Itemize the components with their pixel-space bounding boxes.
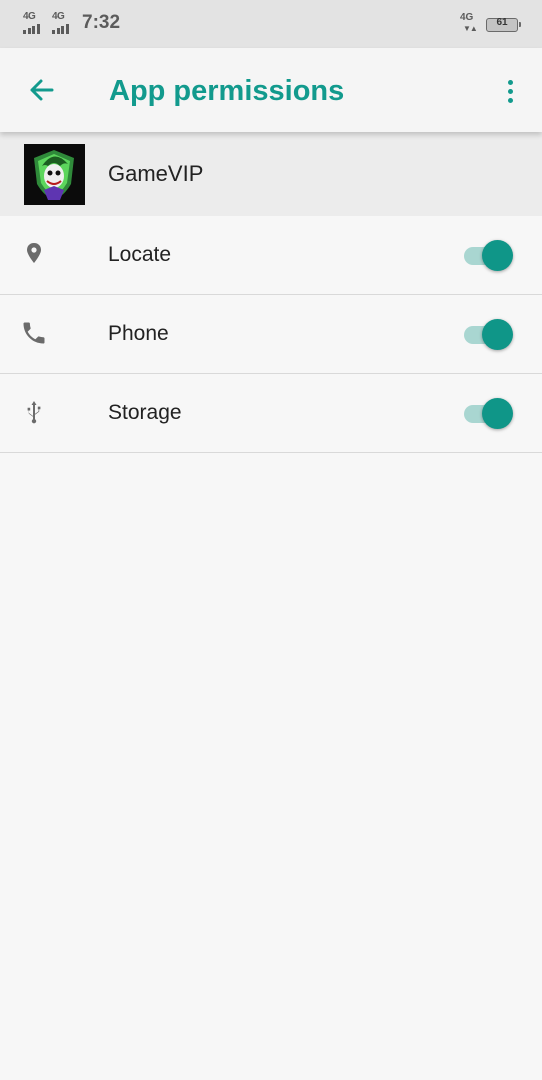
permission-row-phone[interactable]: Phone bbox=[0, 295, 542, 374]
app-name: GameVIP bbox=[108, 161, 204, 186]
back-button[interactable] bbox=[22, 70, 62, 110]
battery-level: 61 bbox=[496, 17, 508, 28]
permission-label: Storage bbox=[108, 401, 182, 424]
app-header: GameVIP bbox=[0, 132, 542, 216]
permission-label: Locate bbox=[108, 243, 172, 266]
permission-list: Locate Phone Storage bbox=[0, 216, 542, 453]
sim1-network-label: 4G bbox=[23, 11, 36, 22]
battery-icon: 61 bbox=[486, 17, 521, 32]
arrow-back-icon bbox=[30, 79, 54, 101]
status-right: 4G ▼▲ 61 bbox=[460, 12, 521, 36]
location-pin-icon bbox=[20, 240, 48, 268]
page-title: App permissions bbox=[109, 75, 345, 107]
more-vert-icon bbox=[507, 78, 513, 105]
status-bar: 4G 4G 7:32 4G ▼▲ 61 bbox=[0, 0, 542, 48]
app-bar: App permissions bbox=[0, 48, 542, 132]
phone-icon bbox=[20, 319, 48, 347]
storage-toggle[interactable] bbox=[462, 396, 516, 430]
sim1-signal-icon: 4G bbox=[22, 11, 46, 34]
sim2-signal-icon: 4G bbox=[51, 11, 75, 34]
more-options-button[interactable] bbox=[498, 72, 522, 110]
sim2-network-label: 4G bbox=[52, 11, 65, 22]
data-network-label: 4G bbox=[460, 12, 474, 23]
permission-label: Phone bbox=[108, 322, 169, 345]
phone-toggle[interactable] bbox=[462, 317, 516, 351]
permission-row-locate[interactable]: Locate bbox=[0, 216, 542, 295]
app-icon bbox=[24, 144, 85, 205]
usb-icon bbox=[20, 398, 48, 426]
permission-row-storage[interactable]: Storage bbox=[0, 374, 542, 453]
locate-toggle[interactable] bbox=[462, 238, 516, 272]
data-network-icon: 4G ▼▲ bbox=[460, 12, 478, 33]
status-left: 4G 4G 7:32 bbox=[22, 11, 121, 34]
status-clock: 7:32 bbox=[82, 12, 121, 33]
